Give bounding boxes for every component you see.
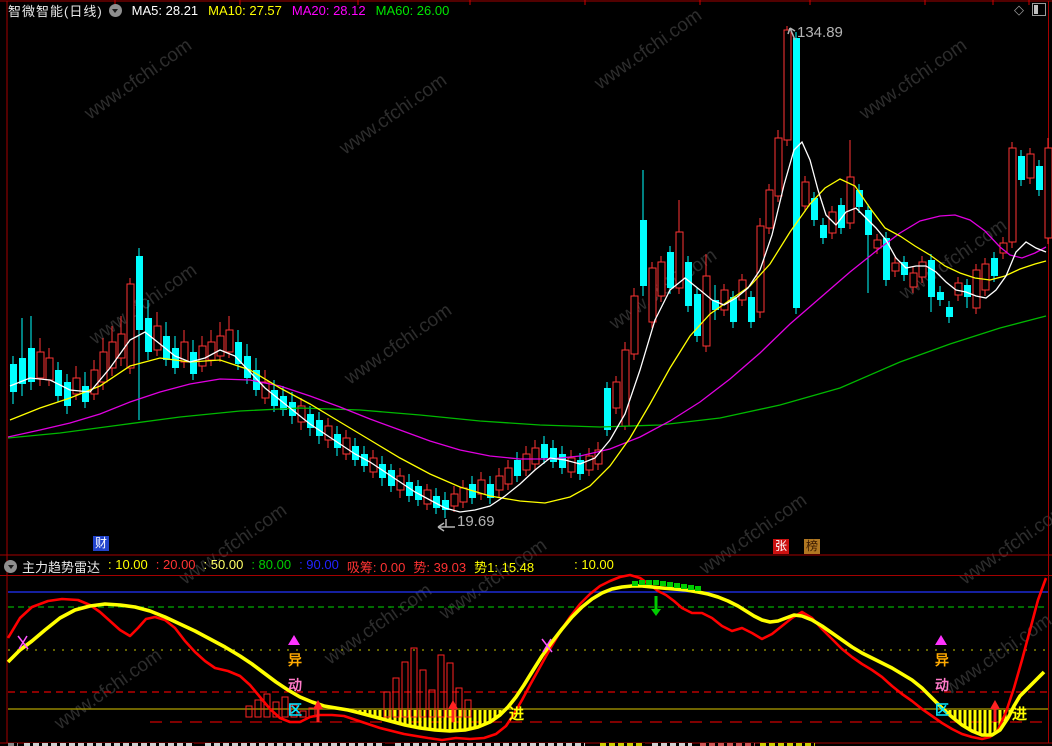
svg-text:www.cfchi.com: www.cfchi.com — [335, 70, 451, 160]
svg-text:www.cfchi.com: www.cfchi.com — [940, 610, 1052, 700]
indicator-value-6: 势: 39.03 — [413, 559, 467, 575]
svg-text:www.cfchi.com: www.cfchi.com — [855, 35, 971, 125]
svg-text:www.cfchi.com: www.cfchi.com — [80, 35, 196, 125]
chart-header: 智微智能(日线) MA5: 28.21 MA10: 27.57 MA20: 28… — [0, 0, 1052, 20]
abn-char-3: 区 — [935, 702, 949, 718]
indicator-value-8: : 10.00 — [574, 556, 614, 572]
abn-char-1: 异 — [935, 652, 949, 668]
ma5-label: MA5: 28.21 — [131, 2, 199, 18]
enter-signal-left: 进 — [509, 706, 525, 723]
trading-app-window: www.cfchi.com www.cfchi.com www.cfchi.com w… — [0, 0, 1052, 746]
indicator-value-7: 势1: 15.48 — [474, 559, 535, 575]
indicator-value-2: : 50.00 — [203, 556, 244, 572]
svg-text:www.cfchi.com: www.cfchi.com — [955, 500, 1052, 590]
panel-layout-icon[interactable] — [1032, 3, 1046, 16]
indicator-value-0: : 10.00 — [108, 556, 148, 572]
indicator-value-3: : 80.00 — [251, 556, 292, 572]
abnormal-zone-label-left: 异 动 区 — [287, 650, 303, 720]
abnormal-zone-label-right: 异 动 区 — [934, 650, 950, 720]
indicator-markers-layer — [17, 580, 1000, 722]
indicator-value-1: : 20.00 — [155, 556, 196, 572]
ma10-label: MA10: 27.57 — [208, 2, 282, 18]
watermark-layer: www.cfchi.com www.cfchi.comwww.cfchi.com w… — [50, 5, 1052, 735]
badge-bang[interactable]: 榜 — [804, 539, 820, 554]
svg-text:www.cfchi.com: www.cfchi.com — [435, 535, 551, 625]
indicator-collapse-chevron-icon[interactable] — [4, 559, 17, 573]
indicator-values: : 10.00 : 20.00 : 50.00 : 80.00 : 90.00 吸筹: 0… — [100, 557, 614, 576]
badge-zhang[interactable]: 张 — [773, 539, 789, 554]
chart-canvas[interactable]: www.cfchi.com www.cfchi.comwww.cfchi.com w… — [0, 0, 1052, 746]
ma20-label: MA20: 28.12 — [291, 2, 366, 18]
collapse-chevron-icon[interactable] — [108, 3, 122, 17]
page-title: 智微智能(日线) — [8, 3, 103, 19]
ma60-label: MA60: 26.00 — [375, 2, 450, 18]
indicator-levels-layer — [8, 591, 1048, 723]
indicator-curves-layer — [6, 573, 1048, 742]
high-price-label: 134.89 — [797, 24, 843, 41]
indicator-value-5: 吸筹: 0.00 — [346, 559, 406, 575]
svg-text:www.cfchi.com: www.cfchi.com — [50, 645, 166, 735]
low-price-label: 19.69 — [457, 513, 495, 530]
svg-text:www.cfchi.com: www.cfchi.com — [320, 580, 436, 670]
indicator-value-4: : 90.00 — [299, 556, 339, 572]
indicator-header: 主力趋势雷达 : 10.00 : 20.00 : 50.00 : 80.00 : 90.… — [0, 557, 1052, 575]
abn-char-1: 异 — [288, 652, 302, 668]
window-controls: ◇ — [1014, 3, 1046, 16]
svg-text:www.cfchi.com: www.cfchi.com — [175, 500, 291, 590]
abn-char-2: 动 — [935, 677, 949, 693]
svg-text:www.cfchi.com: www.cfchi.com — [340, 300, 456, 390]
frame-layer — [0, 0, 1052, 744]
badge-cai[interactable]: 财 — [93, 536, 109, 551]
indicator-name: 主力趋势雷达 — [22, 559, 101, 575]
enter-signal-right: 进 — [1012, 706, 1028, 723]
diamond-icon[interactable]: ◇ — [1014, 3, 1024, 16]
abn-char-3: 区 — [288, 702, 302, 718]
abn-char-2: 动 — [288, 677, 302, 693]
